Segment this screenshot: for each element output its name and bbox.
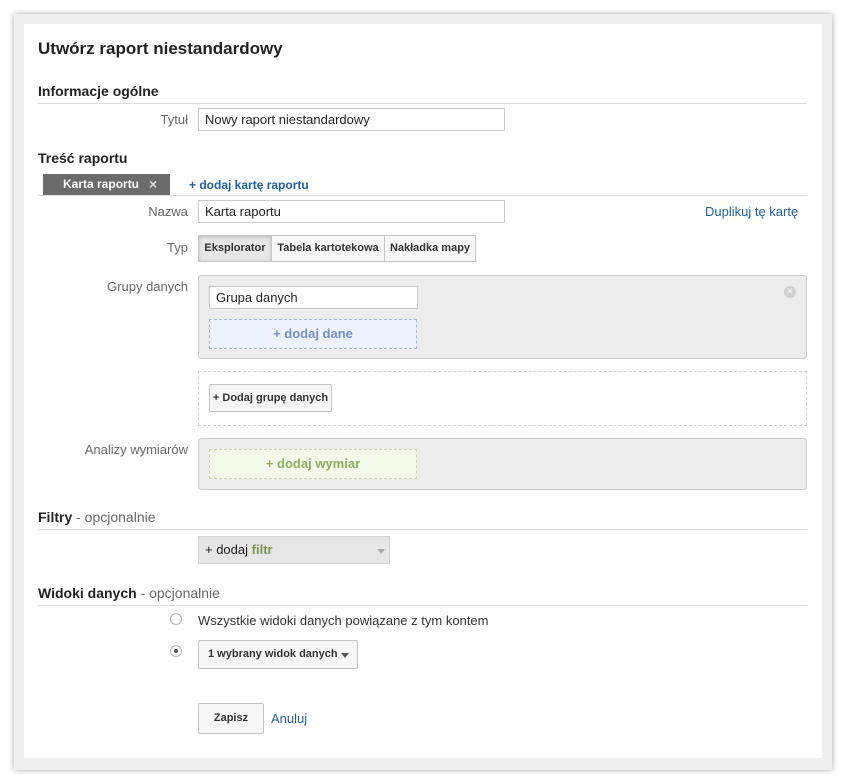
metric-group-name-input[interactable]: [209, 286, 418, 309]
close-icon[interactable]: ×: [149, 176, 157, 192]
divider: [38, 605, 807, 606]
report-content-heading: Treść raportu: [38, 150, 128, 166]
tab-label: Karta raportu: [63, 177, 140, 191]
all-views-radio[interactable]: [170, 613, 182, 625]
add-metric-group-button[interactable]: + Dodaj grupę danych: [209, 384, 332, 412]
optional-label: - opcjonalnie: [140, 585, 220, 601]
title-label: Tytuł: [160, 112, 188, 127]
general-info-heading: Informacje ogólne: [38, 83, 159, 99]
divider: [38, 529, 807, 530]
save-button[interactable]: Zapisz: [198, 703, 264, 734]
add-filter-word: filtr: [251, 542, 273, 557]
page-title: Utwórz raport niestandardowy: [38, 39, 283, 58]
views-dropdown[interactable]: 1 wybrany widok danych: [198, 640, 358, 669]
add-metric-button[interactable]: + dodaj dane: [209, 319, 417, 349]
chevron-down-icon: [377, 549, 385, 554]
optional-label: - opcjonalnie: [76, 509, 156, 525]
metric-groups-label: Grupy danych: [107, 279, 188, 294]
type-label: Typ: [167, 240, 188, 255]
cancel-link[interactable]: Anuluj: [271, 711, 307, 726]
filters-heading-text: Filtry: [38, 509, 73, 525]
add-tab-link[interactable]: + dodaj kartę raportu: [189, 178, 309, 192]
views-heading-text: Widoki danych: [38, 585, 137, 601]
name-label: Nazwa: [148, 204, 188, 219]
views-dropdown-label: 1 wybrany widok danych: [208, 648, 338, 660]
add-filter-dropdown[interactable]: + dodaj filtr: [198, 536, 390, 564]
selected-views-radio[interactable]: [170, 645, 182, 657]
title-input[interactable]: [198, 108, 505, 131]
divider: [38, 195, 807, 196]
all-views-label: Wszystkie widoki danych powiązane z tym …: [198, 613, 489, 628]
add-filter-prefix: + dodaj: [205, 542, 249, 557]
type-explorer-button[interactable]: Eksplorator: [198, 235, 272, 262]
remove-group-icon[interactable]: ×: [784, 286, 796, 298]
views-heading: Widoki danych - opcjonalnie: [38, 585, 220, 601]
add-dimension-button[interactable]: + dodaj wymiar: [209, 449, 417, 479]
type-map-overlay-button[interactable]: Nakładka mapy: [384, 235, 476, 262]
duplicate-tab-link[interactable]: Duplikuj tę kartę: [705, 204, 798, 219]
dimension-drilldowns-label: Analizy wymiarów: [84, 442, 188, 457]
divider: [38, 103, 807, 104]
chevron-down-icon: [341, 653, 349, 658]
filters-heading: Filtry - opcjonalnie: [38, 509, 156, 525]
name-input[interactable]: [198, 200, 505, 223]
type-flat-table-button[interactable]: Tabela kartotekowa: [271, 235, 385, 262]
